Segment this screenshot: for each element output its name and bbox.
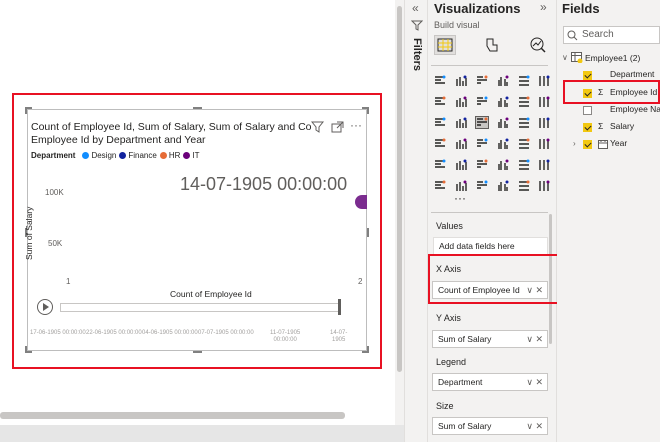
y-axis-field-label: Sum of Salary bbox=[438, 334, 492, 344]
paginated-report-icon[interactable] bbox=[496, 179, 511, 193]
line-clustered-chart-icon[interactable] bbox=[517, 95, 532, 109]
multirow-card-icon[interactable] bbox=[517, 137, 532, 151]
values-well-label: Values bbox=[436, 221, 463, 231]
clustered-bar-chart-icon[interactable] bbox=[475, 74, 490, 88]
gauge-icon[interactable] bbox=[475, 137, 490, 151]
python-visual-icon[interactable] bbox=[517, 158, 532, 172]
scatter-chart-icon[interactable] bbox=[475, 116, 490, 130]
build-visual-tab-icon[interactable] bbox=[434, 35, 456, 55]
100-column-chart-icon[interactable] bbox=[537, 74, 552, 88]
divider bbox=[431, 212, 548, 213]
stacked-area-chart-icon[interactable] bbox=[475, 95, 490, 109]
filters-label[interactable]: Filters bbox=[411, 38, 423, 71]
size-well-label: Size bbox=[436, 401, 454, 411]
line-column-chart-icon[interactable] bbox=[496, 95, 511, 109]
search-placeholder: Search bbox=[582, 29, 614, 40]
table-name[interactable]: Employee1 (2) bbox=[585, 53, 640, 63]
field-name[interactable]: Salary bbox=[610, 121, 634, 131]
power-apps-icon[interactable] bbox=[517, 179, 532, 193]
legend-field-pill[interactable]: Department ∨ ✕ bbox=[432, 373, 548, 391]
more-visuals-icon[interactable]: ··· bbox=[454, 191, 466, 205]
fields-title: Fields bbox=[562, 1, 600, 16]
kpi-icon[interactable] bbox=[537, 137, 552, 151]
chevron-down-icon[interactable]: ∨ bbox=[562, 53, 568, 62]
fields-pane bbox=[557, 0, 660, 442]
format-visual-icon[interactable] bbox=[484, 37, 500, 53]
field-checkbox[interactable] bbox=[583, 106, 592, 115]
build-visual-label: Build visual bbox=[434, 20, 480, 30]
field-checkbox[interactable] bbox=[583, 123, 592, 132]
legend-field-label: Department bbox=[438, 377, 483, 387]
chevron-down-close-icon[interactable]: ∨ ✕ bbox=[526, 418, 543, 434]
100-bar-chart-icon[interactable] bbox=[517, 74, 532, 88]
field-checkbox[interactable] bbox=[583, 140, 592, 149]
ribbon-chart-icon[interactable] bbox=[537, 95, 552, 109]
legend-well-label: Legend bbox=[436, 357, 467, 367]
map-icon[interactable] bbox=[433, 137, 448, 151]
chevron-down-close-icon[interactable]: ∨ ✕ bbox=[526, 374, 543, 390]
pie-chart-icon[interactable] bbox=[496, 116, 511, 130]
y-axis-field-pill[interactable]: Sum of Salary ∨ ✕ bbox=[432, 330, 548, 348]
slicer-icon[interactable] bbox=[433, 158, 448, 172]
analytics-icon[interactable] bbox=[529, 37, 546, 53]
stacked-bar-chart-icon[interactable] bbox=[433, 74, 448, 88]
chevron-left-icon[interactable]: « bbox=[412, 1, 419, 15]
visualizations-title: Visualizations bbox=[434, 1, 521, 16]
sigma-icon: Σ bbox=[598, 121, 604, 131]
filter-icon bbox=[411, 20, 423, 31]
field-highlight-box bbox=[563, 80, 660, 104]
line-chart-icon[interactable] bbox=[433, 95, 448, 109]
canvas-horizontal-scrollbar[interactable] bbox=[0, 425, 404, 442]
field-name[interactable]: Year bbox=[610, 138, 627, 148]
clustered-column-chart-icon[interactable] bbox=[496, 74, 511, 88]
filled-map-icon[interactable] bbox=[454, 137, 469, 151]
waterfall-chart-icon[interactable] bbox=[433, 116, 448, 130]
values-drop-zone[interactable]: Add data fields here bbox=[433, 237, 548, 255]
chevron-right-icon[interactable]: » bbox=[540, 0, 547, 14]
power-automate-icon[interactable] bbox=[537, 179, 552, 193]
card-icon[interactable] bbox=[496, 137, 511, 151]
field-name[interactable]: Employee Na bbox=[610, 104, 660, 114]
calendar-icon bbox=[598, 140, 608, 149]
matrix-icon[interactable] bbox=[475, 158, 490, 172]
canvas-horizontal-scroll-thumb[interactable] bbox=[0, 412, 345, 419]
narrative-icon[interactable] bbox=[475, 179, 490, 193]
canvas-vertical-scroll-thumb[interactable] bbox=[397, 6, 402, 372]
chevron-down-close-icon[interactable]: ∨ ✕ bbox=[526, 331, 543, 347]
area-chart-icon[interactable] bbox=[454, 95, 469, 109]
y-axis-well-label: Y Axis bbox=[436, 313, 461, 323]
r-visual-icon[interactable] bbox=[496, 158, 511, 172]
stacked-column-chart-icon[interactable] bbox=[454, 74, 469, 88]
field-checkbox[interactable] bbox=[583, 71, 592, 80]
chevron-right-icon[interactable]: › bbox=[573, 139, 576, 148]
size-field-label: Sum of Salary bbox=[438, 421, 492, 431]
table-icon bbox=[571, 52, 583, 63]
funnel-chart-icon[interactable] bbox=[454, 116, 469, 130]
table-visual-icon[interactable] bbox=[454, 158, 469, 172]
key-influencers-icon[interactable] bbox=[537, 158, 552, 172]
search-icon bbox=[567, 30, 578, 41]
visual-highlight-box bbox=[12, 93, 382, 369]
divider bbox=[431, 65, 548, 66]
x-axis-highlight-box bbox=[428, 254, 573, 304]
decomposition-tree-icon[interactable] bbox=[433, 179, 448, 193]
filters-pane-collapsed[interactable]: « Filters bbox=[404, 0, 428, 442]
field-name[interactable]: Department bbox=[610, 69, 654, 79]
treemap-icon[interactable] bbox=[537, 116, 552, 130]
size-field-pill[interactable]: Sum of Salary ∨ ✕ bbox=[432, 417, 548, 435]
donut-chart-icon[interactable] bbox=[517, 116, 532, 130]
